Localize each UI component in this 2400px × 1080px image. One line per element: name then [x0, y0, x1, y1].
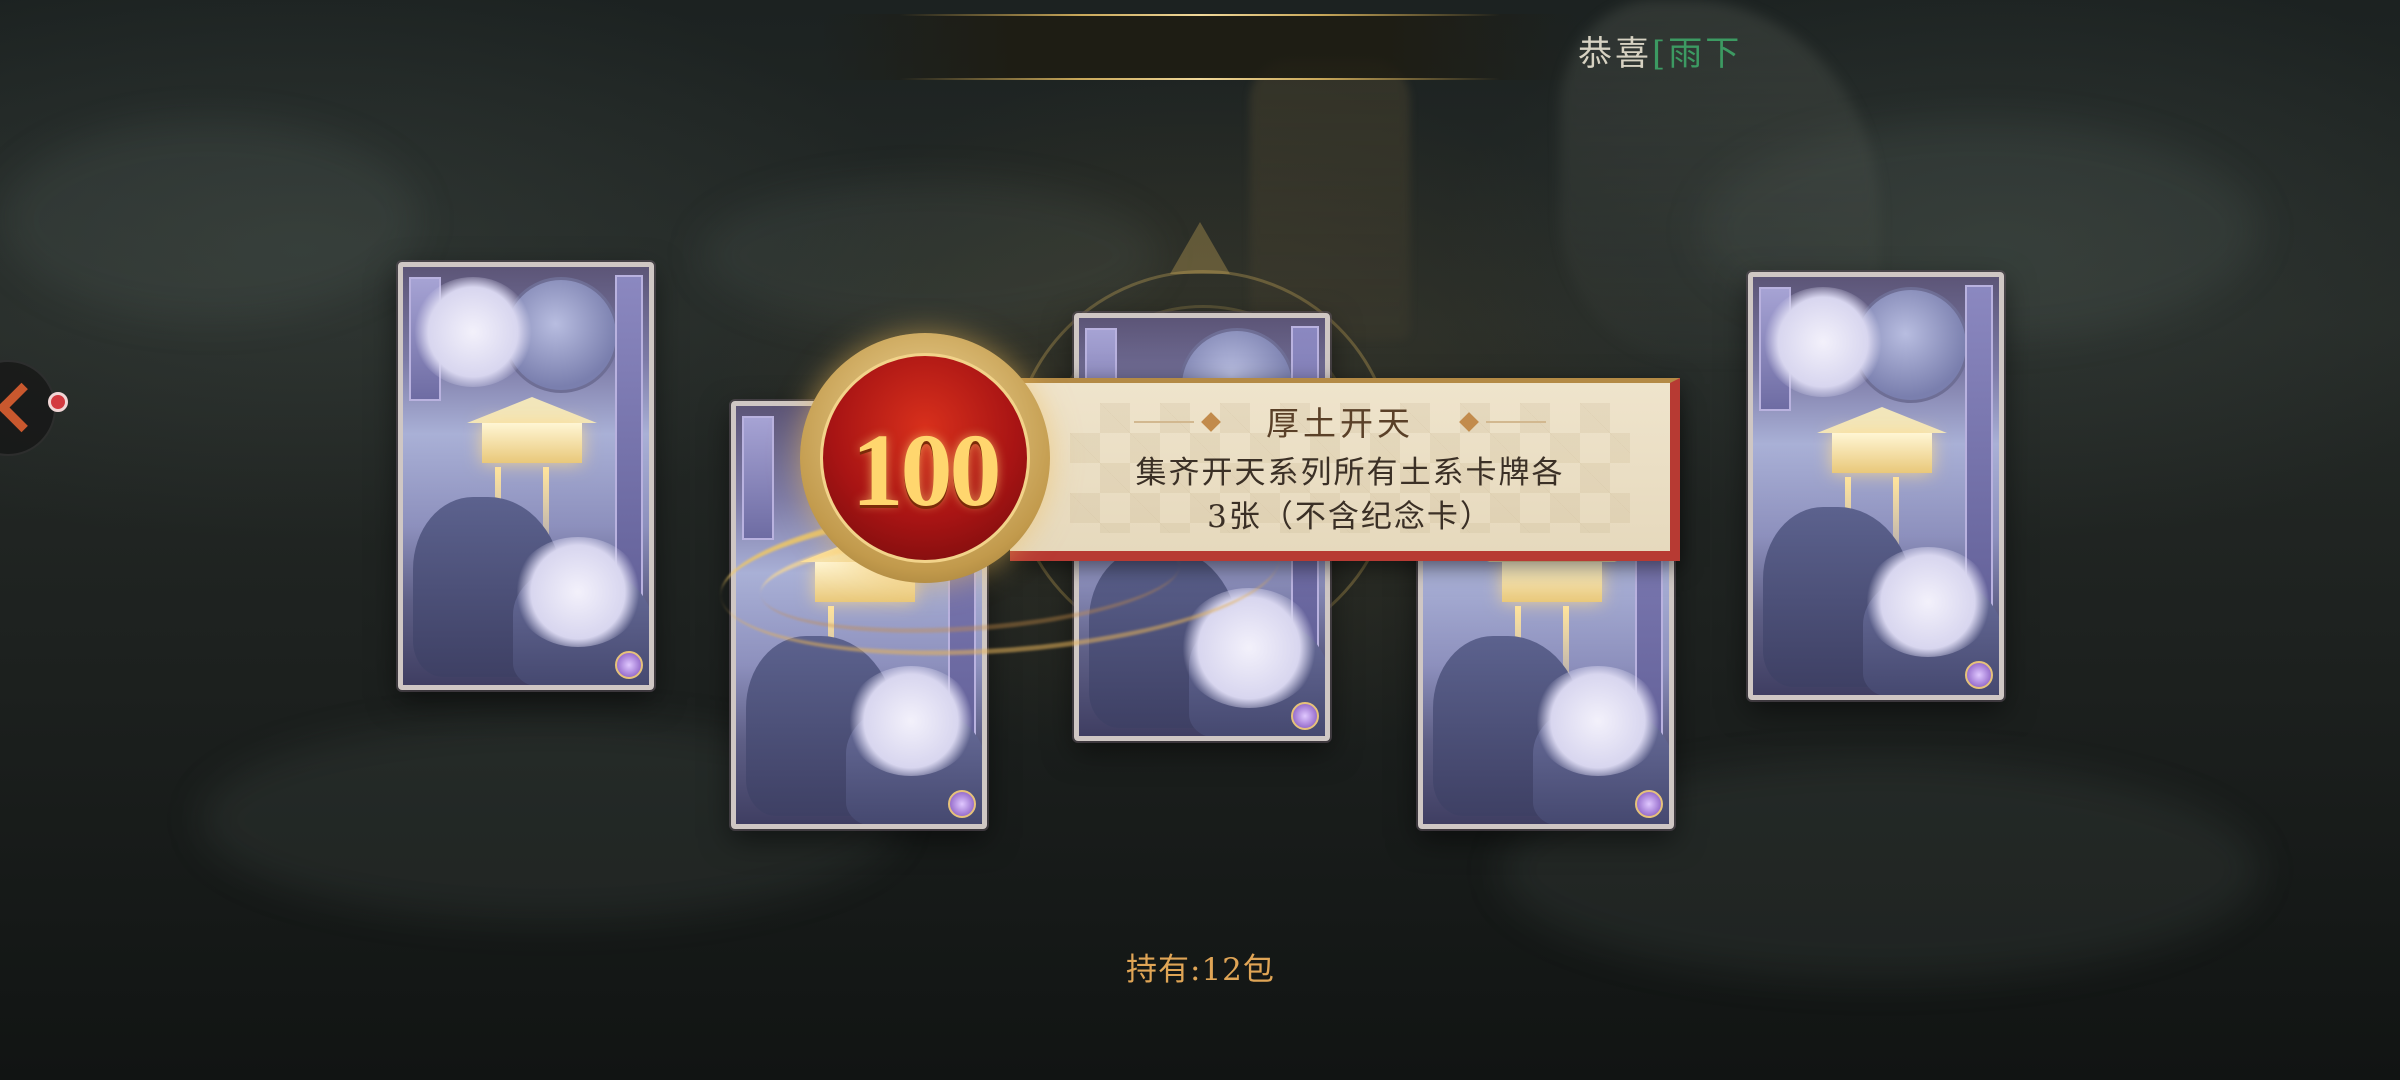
blossom-art [846, 666, 976, 776]
holding-count: 持有:12包 [1126, 952, 1275, 988]
card-gem-icon [615, 651, 643, 679]
notification-dot [48, 392, 68, 412]
blossom-art [413, 277, 533, 387]
temple-art [457, 397, 607, 467]
pillar-art [742, 416, 774, 540]
congrats-label: 恭喜 [1578, 34, 1652, 74]
congrats-message: 恭喜[雨下 [1578, 26, 1742, 75]
achievement-description: 集齐开天系列所有土系卡牌各 3张（不含纪念卡） [1070, 451, 1630, 539]
card-gem-icon [1965, 661, 1993, 689]
blossom-art [1763, 287, 1883, 397]
card-gem-icon [948, 790, 976, 818]
card-gem-icon [1291, 702, 1319, 730]
achievement-points: 100 [851, 413, 1002, 528]
temple-art [1807, 407, 1957, 477]
achievement-plaque: 厚土开天 集齐开天系列所有土系卡牌各 3张（不含纪念卡） [1010, 378, 1680, 561]
achievement-title: 厚土开天 [1266, 404, 1414, 443]
title-decoration [1486, 421, 1546, 423]
background-cloud [0, 120, 420, 320]
description-line-1: 集齐开天系列所有土系卡牌各 [1135, 455, 1565, 491]
description-line-2: 3张（不含纪念卡） [1207, 499, 1493, 535]
blossom-art [1533, 666, 1663, 776]
side-menu-button[interactable] [0, 360, 56, 456]
medal-inner: 100 [820, 353, 1030, 563]
card-gem-icon [1635, 790, 1663, 818]
top-banner-line [900, 78, 1500, 80]
blossom-art [513, 537, 643, 647]
card-1[interactable] [398, 262, 654, 690]
blossom-art [1863, 547, 1993, 657]
top-banner [820, 14, 1580, 80]
achievement-medal: 100 [800, 333, 1050, 583]
top-banner-line [900, 14, 1500, 16]
chevron-icon [0, 382, 47, 433]
emblem-triangle-icon [1170, 222, 1230, 274]
card-5[interactable] [1748, 272, 2004, 700]
player-name: [雨下 [1652, 34, 1743, 74]
